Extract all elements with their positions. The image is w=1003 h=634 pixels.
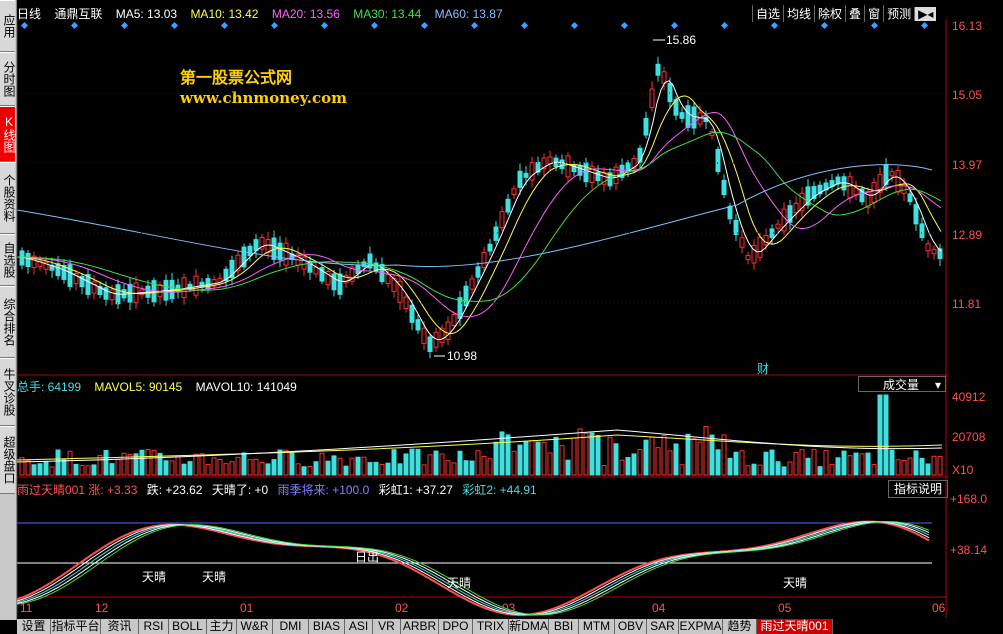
left-sidebar: 应用 分时图 K线图 个股资料 自选股 综合排名 牛叉诊股 超级盘口 — [0, 0, 17, 620]
sidebar-item-1[interactable]: 分时图 — [0, 52, 16, 106]
month-axis-label: 01 — [240, 601, 254, 615]
bottom-tab-20[interactable]: 趋势 — [723, 619, 757, 634]
ma20-label: MA20: 13.56 — [271, 7, 340, 21]
indicator-signal-label: 天晴 — [202, 570, 226, 584]
month-axis-label: 03 — [502, 601, 516, 615]
mavol10-label: MAVOL10: 141049 — [195, 380, 297, 394]
indicator-signal-label: 天晴 — [142, 570, 166, 584]
sidebar-item-0[interactable]: 应用 — [0, 0, 16, 52]
volume-info-bar: 总手: 64199 MAVOL5: 90145 MAVOL10: 141049 — [17, 378, 297, 395]
volume-axis-mid: 20708 — [952, 430, 986, 444]
dropdown-icon: ▾ — [934, 378, 941, 392]
sidebar-item-7[interactable]: 超级盘口 — [0, 426, 16, 494]
indicator-axis-top: +168.0 — [950, 492, 988, 506]
finance-marker[interactable]: 财 — [757, 360, 769, 377]
bottom-tab-14[interactable]: 新DMA — [509, 619, 549, 634]
bottom-tab-11[interactable]: ARBR — [401, 619, 439, 634]
bottom-tab-0[interactable]: 设置 — [17, 619, 51, 634]
bottom-tab-8[interactable]: BIAS — [309, 619, 345, 634]
high-price-label: 15.86 — [666, 33, 697, 47]
bottom-tab-13[interactable]: TRIX — [473, 619, 509, 634]
sidebar-item-5[interactable]: 综合排名 — [0, 286, 16, 358]
month-axis-label: 02 — [395, 601, 409, 615]
indicator-zhang: 涨: +3.33 — [88, 483, 138, 497]
price-axis-label: 13.97 — [952, 158, 983, 172]
bottom-tab-15[interactable]: BBI — [549, 619, 579, 634]
total-volume: 总手: 64199 — [17, 380, 82, 394]
month-axis-label: 06 — [932, 601, 946, 615]
chart-canvas: 天晴 天晴 日出天晴 天晴 — [17, 20, 947, 618]
ma60-label: MA60: 13.87 — [434, 7, 503, 21]
ma10-label: MA10: 13.42 — [190, 7, 259, 21]
volume-selector-label: 成交量 — [883, 378, 920, 392]
bottom-tab-17[interactable]: OBV — [615, 619, 647, 634]
period-label[interactable]: 日线 — [17, 7, 41, 21]
bottom-tab-3[interactable]: RSI — [139, 619, 169, 634]
volume-axis-top: 40912 — [952, 390, 986, 404]
price-axis-label: 11.81 — [952, 297, 982, 311]
volume-selector[interactable]: 成交量 ▾ — [858, 376, 946, 392]
indicator-signal-label: 天晴 — [447, 576, 471, 590]
bottom-tab-4[interactable]: BOLL — [169, 619, 207, 634]
indicator-axis-mid: +38.14 — [950, 543, 988, 557]
month-axis-label: 05 — [778, 601, 792, 615]
price-axis-label: 15.05 — [952, 88, 983, 102]
bottom-tab-16[interactable]: MTM — [579, 619, 615, 634]
bottom-tab-6[interactable]: W&R — [237, 619, 273, 634]
bottom-tab-10[interactable]: VR — [373, 619, 401, 634]
indicator-die: 跌: +23.62 — [146, 483, 203, 497]
bottom-tab-7[interactable]: DMI — [273, 619, 309, 634]
sidebar-item-2[interactable]: K线图 — [0, 106, 16, 162]
month-axis-label: 12 — [95, 601, 109, 615]
indicator-caihong2: 彩虹2: +44.91 — [462, 483, 537, 497]
sidebar-item-4[interactable]: 自选股 — [0, 234, 16, 286]
ma-info-bar: 日线 通鼎互联 MA5: 13.03 MA10: 13.42 MA20: 13.… — [17, 5, 747, 21]
ma5-label: MA5: 13.03 — [115, 7, 178, 21]
bottom-tab-5[interactable]: 主力 — [207, 619, 237, 634]
indicator-name[interactable]: 雨过天晴001 — [17, 483, 85, 497]
toolbar-arrow-icon[interactable]: ▶◂ — [914, 7, 937, 21]
price-panel — [17, 39, 943, 359]
indicator-signal-label: 日出 — [355, 550, 379, 564]
mavol5-label: MAVOL5: 90145 — [94, 380, 183, 394]
month-axis-label: 11 — [20, 601, 33, 615]
volume-axis-unit: X10 — [952, 463, 974, 477]
indicator-info-bar: 雨过天晴001 涨: +3.33 跌: +23.62 天晴了: +0 雨季将来:… — [17, 481, 537, 498]
bottom-tab-9[interactable]: ASI — [345, 619, 373, 634]
indicator-caihong1: 彩虹1: +37.27 — [378, 483, 453, 497]
month-axis-label: 04 — [652, 601, 666, 615]
bottom-tab-2[interactable]: 资讯 — [101, 619, 139, 634]
bottom-tab-12[interactable]: DPO — [439, 619, 473, 634]
bottom-tab-19[interactable]: EXPMA — [679, 619, 723, 634]
stock-name: 通鼎互联 — [54, 7, 103, 21]
indicator-yujiang: 雨季将来: +100.0 — [277, 483, 370, 497]
sidebar-item-6[interactable]: 牛叉诊股 — [0, 358, 16, 426]
sidebar-item-3[interactable]: 个股资料 — [0, 162, 16, 234]
ma30-label: MA30: 13.44 — [353, 7, 422, 21]
low-price-label: 10.98 — [447, 349, 478, 363]
indicator-signal-label: 天晴 — [783, 576, 807, 590]
price-axis-label: 12.89 — [952, 228, 983, 242]
price-axis-label: 16.13 — [952, 19, 983, 33]
bottom-tab-18[interactable]: SAR — [647, 619, 679, 634]
bottom-tab-21[interactable]: 雨过天晴001 — [757, 619, 833, 634]
indicator-help-button[interactable]: 指标说明 — [888, 480, 948, 498]
indicator-tianqing: 天晴了: +0 — [211, 483, 269, 497]
bottom-tab-1[interactable]: 指标平台 — [51, 619, 101, 634]
